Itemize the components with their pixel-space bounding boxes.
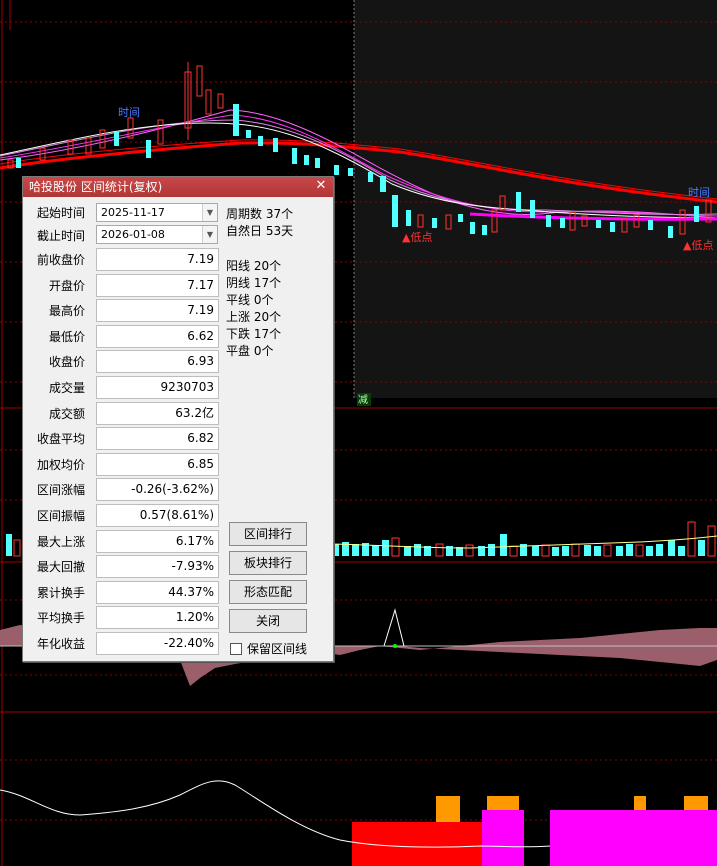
- stat-value-box: 44.37%: [96, 581, 219, 604]
- close-button[interactable]: 关闭: [229, 609, 307, 633]
- stat-value-box: 7.19: [96, 248, 219, 271]
- stat-label: 开盘价: [48, 279, 85, 293]
- sector-rank-button[interactable]: 板块排行: [229, 551, 307, 575]
- stat-value-box: 6.93: [96, 350, 219, 373]
- low-annotation-1: ▲低点: [402, 231, 432, 244]
- yin-count: 阴线 17个: [226, 276, 282, 290]
- stat-label: 加权均价: [36, 458, 85, 472]
- stat-value: 6.93: [187, 354, 214, 368]
- stat-value-box: -0.26(-3.62%): [96, 478, 219, 501]
- stat-value-box: 6.62: [96, 325, 219, 348]
- stat-value: 0.57(8.61%): [139, 508, 214, 522]
- stat-value: 7.19: [187, 252, 214, 266]
- stat-value-box: -22.40%: [96, 632, 219, 655]
- stat-label: 区间涨幅: [36, 483, 85, 497]
- natural-days: 自然日 53天: [226, 224, 294, 238]
- time-annotation-1: 时间: [118, 106, 140, 119]
- stat-label: 最大上涨: [36, 535, 85, 549]
- time-annotation-2: 时间: [688, 186, 710, 199]
- stat-value-box: 1.20%: [96, 606, 219, 629]
- interval-stats-dialog[interactable]: 哈投股份 区间统计(复权) ✕ 起始时间 2025-11-17 ▼ 截止时间 2…: [22, 176, 334, 662]
- dialog-title: 哈投股份 区间统计(复权): [29, 180, 163, 194]
- stat-value-box: 7.17: [96, 274, 219, 297]
- chevron-down-icon[interactable]: ▼: [202, 204, 217, 221]
- stat-label: 收盘价: [48, 355, 85, 369]
- flat-line-count: 平线 0个: [226, 293, 274, 307]
- stat-label: 平均换手: [36, 611, 85, 625]
- stat-label: 成交额: [48, 407, 85, 421]
- keep-lines-checkbox[interactable]: [230, 643, 242, 655]
- stat-value: 63.2亿: [175, 406, 214, 420]
- stat-value: 7.17: [187, 278, 214, 292]
- period-count: 周期数 37个: [226, 207, 294, 221]
- signal-bars: [352, 796, 717, 866]
- stat-value: -22.40%: [163, 636, 214, 650]
- stat-value-box: -7.93%: [96, 555, 219, 578]
- dialog-titlebar[interactable]: 哈投股份 区间统计(复权) ✕: [23, 177, 333, 197]
- end-date-picker[interactable]: 2026-01-08 ▼: [96, 225, 218, 244]
- stat-label: 前收盘价: [36, 253, 85, 267]
- stat-value-box: 0.57(8.61%): [96, 504, 219, 527]
- stat-value-box: 6.17%: [96, 530, 219, 553]
- stat-value: 6.17%: [175, 534, 214, 548]
- down-count: 下跌 17个: [226, 327, 282, 341]
- start-time-label: 起始时间: [36, 206, 85, 220]
- stat-label: 区间振幅: [36, 509, 85, 523]
- stat-label: 最大回撤: [36, 560, 85, 574]
- stat-value-box: 63.2亿: [96, 402, 219, 425]
- stat-value-box: 6.85: [96, 453, 219, 476]
- up-count: 上涨 20个: [226, 310, 282, 324]
- stat-value-box: 7.19: [96, 299, 219, 322]
- jian-marker: 减: [358, 394, 368, 406]
- stat-value: 6.62: [187, 329, 214, 343]
- stat-label: 收盘平均: [36, 432, 85, 446]
- stat-label: 年化收益: [36, 637, 85, 651]
- selection-region: [354, 0, 717, 398]
- stat-value: -0.26(-3.62%): [131, 482, 214, 496]
- stat-value-box: 9230703: [96, 376, 219, 399]
- stat-label: 累计换手: [36, 586, 85, 600]
- start-date-value: 2025-11-17: [101, 206, 165, 219]
- end-date-value: 2026-01-08: [101, 228, 165, 241]
- start-date-picker[interactable]: 2025-11-17 ▼: [96, 203, 218, 222]
- stat-value: 6.82: [187, 431, 214, 445]
- flat-count: 平盘 0个: [226, 344, 274, 358]
- stat-label: 成交量: [48, 381, 85, 395]
- stat-label: 最低价: [48, 330, 85, 344]
- end-time-label: 截止时间: [36, 229, 85, 243]
- close-icon[interactable]: ✕: [314, 179, 328, 193]
- stat-value: -7.93%: [171, 559, 214, 573]
- stat-value-box: 6.82: [96, 427, 219, 450]
- indicator-spike: [383, 608, 405, 647]
- keep-lines-label: 保留区间线: [247, 642, 308, 656]
- indicator-point: [393, 644, 397, 648]
- stat-value: 44.37%: [168, 585, 214, 599]
- pattern-match-button[interactable]: 形态匹配: [229, 580, 307, 604]
- stat-value: 7.19: [187, 303, 214, 317]
- yang-count: 阳线 20个: [226, 259, 282, 273]
- stat-value: 1.20%: [175, 610, 214, 624]
- chevron-down-icon[interactable]: ▼: [202, 226, 217, 243]
- stat-label: 最高价: [48, 304, 85, 318]
- stat-value: 6.85: [187, 457, 214, 471]
- interval-rank-button[interactable]: 区间排行: [229, 522, 307, 546]
- low-annotation-2: ▲低点: [683, 239, 713, 252]
- stat-value: 9230703: [160, 380, 214, 394]
